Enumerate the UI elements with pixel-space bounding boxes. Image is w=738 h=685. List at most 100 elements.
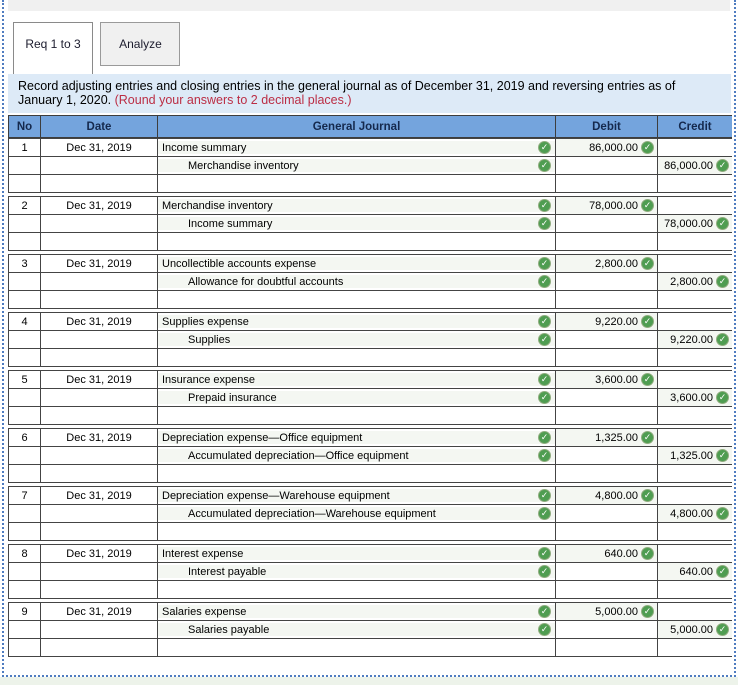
spacer-row	[8, 290, 732, 309]
credit-amount-cell-empty[interactable]	[657, 312, 732, 331]
debit-amount-cell-empty[interactable]	[555, 272, 658, 291]
credit-amount-cell[interactable]: 86,000.00 ✓	[657, 156, 732, 175]
credit-account-cell[interactable]: Accumulated depreciation—Warehouse equip…	[157, 504, 556, 523]
entry-date-blank	[40, 446, 158, 465]
debit-amount-cell-empty[interactable]	[555, 620, 658, 639]
entry-date-blank	[40, 562, 158, 581]
check-icon: ✓	[641, 605, 654, 618]
credit-amount-cell[interactable]: 1,325.00 ✓	[657, 446, 732, 465]
debit-amount-cell-empty[interactable]	[555, 504, 658, 523]
debit-amount-cell[interactable]: 4,800.00 ✓	[555, 486, 658, 505]
credit-amount-cell[interactable]: 78,000.00 ✓	[657, 214, 732, 233]
credit-account-cell[interactable]: Supplies ✓	[157, 330, 556, 349]
credit-amount-cell[interactable]: 5,000.00 ✓	[657, 620, 732, 639]
credit-amount-cell-empty[interactable]	[657, 486, 732, 505]
debit-amount-cell[interactable]: 5,000.00 ✓	[555, 602, 658, 621]
credit-amount-cell-empty[interactable]	[657, 602, 732, 621]
credit-amount-cell-empty[interactable]	[657, 370, 732, 389]
debit-account-name: Depreciation expense—Office equipment	[162, 431, 363, 444]
credit-amount: 5,000.00	[670, 623, 713, 636]
credit-account-cell[interactable]: Prepaid insurance ✓	[157, 388, 556, 407]
debit-amount-cell-empty[interactable]	[555, 156, 658, 175]
spacer-row	[8, 522, 732, 541]
entry-no: 2	[8, 196, 41, 215]
debit-amount-cell[interactable]: 1,325.00 ✓	[555, 428, 658, 447]
credit-amount-cell-empty[interactable]	[657, 196, 732, 215]
debit-amount: 9,220.00	[595, 315, 638, 328]
question-widget: Req 1 to 3 Analyze Record adjusting entr…	[0, 0, 738, 685]
credit-account-cell[interactable]: Accumulated depreciation—Office equipmen…	[157, 446, 556, 465]
credit-amount-cell[interactable]: 640.00 ✓	[657, 562, 732, 581]
credit-amount-cell-empty[interactable]	[657, 254, 732, 273]
debit-account-cell[interactable]: Insurance expense ✓	[157, 370, 556, 389]
debit-amount: 4,800.00	[595, 489, 638, 502]
debit-amount: 86,000.00	[589, 141, 638, 154]
credit-account-cell[interactable]: Merchandise inventory ✓	[157, 156, 556, 175]
credit-amount: 9,220.00	[670, 333, 713, 346]
debit-account-cell[interactable]: Depreciation expense—Warehouse equipment…	[157, 486, 556, 505]
debit-account-cell[interactable]: Depreciation expense—Office equipment ✓	[157, 428, 556, 447]
tab-req-1-to-3[interactable]: Req 1 to 3	[13, 22, 93, 74]
credit-row: Allowance for doubtful accounts ✓ 2,800.…	[8, 272, 732, 291]
debit-account-name: Depreciation expense—Warehouse equipment	[162, 489, 390, 502]
check-icon: ✓	[538, 605, 551, 618]
check-icon: ✓	[538, 275, 551, 288]
debit-amount-cell-empty[interactable]	[555, 214, 658, 233]
col-debit: Debit	[555, 115, 658, 138]
debit-amount-cell-empty[interactable]	[555, 388, 658, 407]
entry-date: Dec 31, 2019	[40, 254, 158, 273]
credit-account-cell[interactable]: Interest payable ✓	[157, 562, 556, 581]
check-icon: ✓	[641, 373, 654, 386]
credit-row: Merchandise inventory ✓ 86,000.00 ✓	[8, 156, 732, 175]
credit-amount-cell[interactable]: 2,800.00 ✓	[657, 272, 732, 291]
general-journal: No Date General Journal Debit Credit 1 D…	[8, 115, 732, 657]
credit-amount-cell[interactable]: 4,800.00 ✓	[657, 504, 732, 523]
debit-row: 8 Dec 31, 2019 Interest expense ✓ 640.00…	[8, 544, 732, 563]
instruction-panel: Record adjusting entries and closing ent…	[8, 74, 731, 113]
credit-account-cell[interactable]: Allowance for doubtful accounts ✓	[157, 272, 556, 291]
credit-amount-cell-empty[interactable]	[657, 138, 732, 157]
check-icon: ✓	[538, 507, 551, 520]
credit-account-cell[interactable]: Income summary ✓	[157, 214, 556, 233]
credit-amount-cell[interactable]: 3,600.00 ✓	[657, 388, 732, 407]
check-icon: ✓	[538, 489, 551, 502]
debit-amount-cell[interactable]: 640.00 ✓	[555, 544, 658, 563]
debit-row: 5 Dec 31, 2019 Insurance expense ✓ 3,600…	[8, 370, 732, 389]
credit-amount-cell-empty[interactable]	[657, 428, 732, 447]
entry-no-blank	[8, 156, 41, 175]
debit-account-cell[interactable]: Supplies expense ✓	[157, 312, 556, 331]
credit-amount: 2,800.00	[670, 275, 713, 288]
instruction-note: (Round your answers to 2 decimal places.…	[114, 92, 352, 107]
credit-amount-cell[interactable]: 9,220.00 ✓	[657, 330, 732, 349]
debit-account-cell[interactable]: Uncollectible accounts expense ✓	[157, 254, 556, 273]
debit-row: 7 Dec 31, 2019 Depreciation expense—Ware…	[8, 486, 732, 505]
debit-amount-cell[interactable]: 3,600.00 ✓	[555, 370, 658, 389]
debit-amount-cell[interactable]: 78,000.00 ✓	[555, 196, 658, 215]
debit-row: 3 Dec 31, 2019 Uncollectible accounts ex…	[8, 254, 732, 273]
credit-account-cell[interactable]: Salaries payable ✓	[157, 620, 556, 639]
debit-amount-cell[interactable]: 2,800.00 ✓	[555, 254, 658, 273]
debit-account-cell[interactable]: Merchandise inventory ✓	[157, 196, 556, 215]
debit-amount-cell[interactable]: 86,000.00 ✓	[555, 138, 658, 157]
journal-header-row: No Date General Journal Debit Credit	[8, 115, 732, 138]
debit-row: 9 Dec 31, 2019 Salaries expense ✓ 5,000.…	[8, 602, 732, 621]
tab-analyze[interactable]: Analyze	[100, 22, 181, 66]
check-icon: ✓	[538, 257, 551, 270]
entry-date: Dec 31, 2019	[40, 602, 158, 621]
debit-amount-cell[interactable]: 9,220.00 ✓	[555, 312, 658, 331]
debit-account-cell[interactable]: Interest expense ✓	[157, 544, 556, 563]
journal-entry: 6 Dec 31, 2019 Depreciation expense—Offi…	[8, 428, 732, 483]
debit-account-cell[interactable]: Income summary ✓	[157, 138, 556, 157]
debit-amount-cell-empty[interactable]	[555, 562, 658, 581]
check-icon: ✓	[538, 217, 551, 230]
check-icon: ✓	[538, 623, 551, 636]
debit-amount-cell-empty[interactable]	[555, 446, 658, 465]
debit-account-cell[interactable]: Salaries expense ✓	[157, 602, 556, 621]
journal-entry: 9 Dec 31, 2019 Salaries expense ✓ 5,000.…	[8, 602, 732, 657]
check-icon: ✓	[716, 449, 729, 462]
debit-amount-cell-empty[interactable]	[555, 330, 658, 349]
check-icon: ✓	[538, 431, 551, 444]
entry-no-blank	[8, 620, 41, 639]
debit-account-name: Salaries expense	[162, 605, 247, 618]
credit-amount-cell-empty[interactable]	[657, 544, 732, 563]
